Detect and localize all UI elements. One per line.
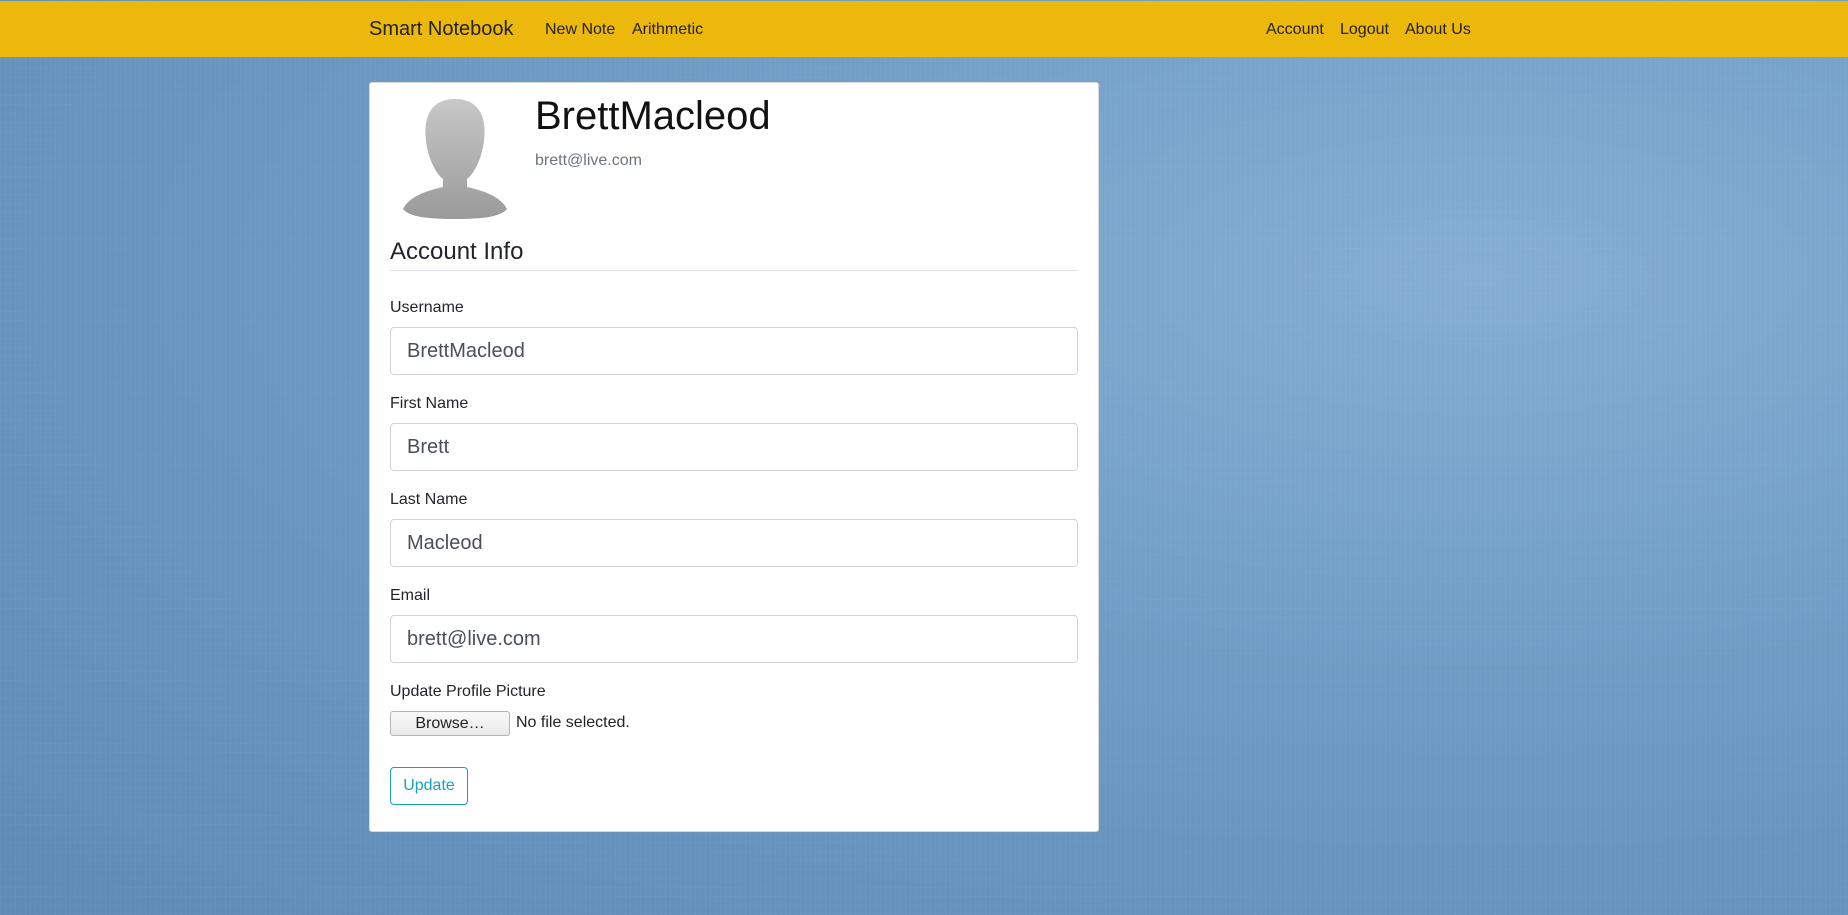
nav-link-account[interactable]: Account [1266, 21, 1324, 39]
avatar [401, 97, 509, 219]
username-input[interactable] [390, 327, 1078, 375]
profile-picture-label: Update Profile Picture [390, 683, 546, 700]
nav-link-about-us[interactable]: About Us [1405, 21, 1471, 39]
brand-link[interactable]: Smart Notebook [369, 18, 514, 41]
nav-link-logout[interactable]: Logout [1340, 21, 1389, 39]
last-name-input[interactable] [390, 519, 1078, 567]
last-name-label: Last Name [390, 491, 468, 508]
username-label: Username [390, 299, 464, 316]
first-name-label: First Name [390, 395, 469, 412]
email-input[interactable] [390, 615, 1078, 663]
top-navbar: Smart Notebook New Note Arithmetic Accou… [0, 1, 1848, 57]
section-title-account-info: Account Info [390, 238, 524, 265]
file-status-text: No file selected. [516, 714, 630, 731]
profile-name: BrettMacleod [535, 94, 771, 138]
nav-link-arithmetic[interactable]: Arithmetic [632, 21, 703, 39]
profile-card: BrettMacleod brett@live.com Account Info… [369, 82, 1099, 832]
default-user-silhouette-icon [403, 99, 507, 219]
browse-button[interactable]: Browse… [390, 711, 510, 736]
nav-link-new-note[interactable]: New Note [545, 21, 615, 39]
section-divider [390, 270, 1078, 271]
email-label: Email [390, 587, 431, 604]
first-name-input[interactable] [390, 423, 1078, 471]
profile-email: brett@live.com [535, 152, 642, 169]
update-button[interactable]: Update [390, 767, 468, 805]
